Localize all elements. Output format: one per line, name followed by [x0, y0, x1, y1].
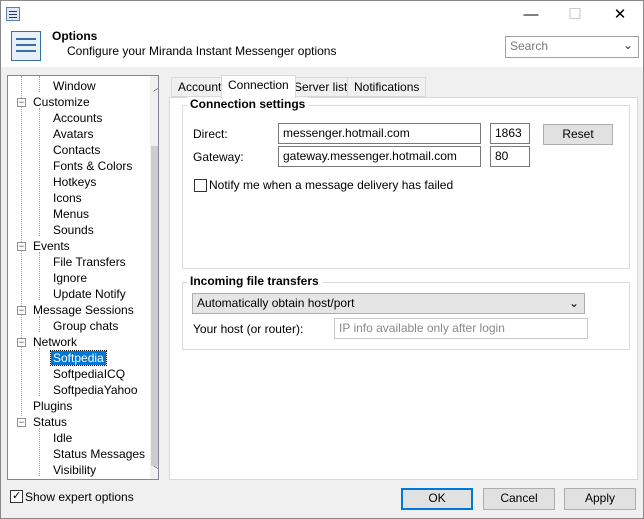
- connection-settings-title: Connection settings: [187, 97, 309, 111]
- tree-line: [39, 316, 40, 332]
- ok-button[interactable]: OK: [401, 488, 473, 510]
- gateway-label: Gateway:: [193, 150, 244, 164]
- tree-item-accounts[interactable]: Accounts: [53, 110, 102, 126]
- tree-item-plugins[interactable]: Plugins: [33, 398, 72, 414]
- direct-port-field[interactable]: 1863: [490, 123, 530, 144]
- collapse-icon[interactable]: −: [17, 306, 26, 315]
- page-title: Options: [52, 29, 98, 43]
- tree-item-icons[interactable]: Icons: [53, 190, 82, 206]
- tree-line: [39, 252, 40, 300]
- tree-line: [39, 108, 40, 236]
- gateway-port-field[interactable]: 80: [490, 146, 530, 167]
- collapse-icon[interactable]: −: [17, 98, 26, 107]
- checkmark-icon: ✓: [12, 490, 22, 502]
- direct-label: Direct:: [193, 127, 228, 141]
- search-input[interactable]: Search ⌄: [505, 36, 639, 58]
- show-expert-label: Show expert options: [25, 490, 134, 504]
- gateway-host-field[interactable]: gateway.messenger.hotmail.com: [278, 146, 481, 167]
- title-bar: — ☐ ✕: [1, 1, 643, 29]
- tree-item-softpedia-yahoo[interactable]: SoftpediaYahoo: [53, 382, 138, 398]
- tree-item-softpedia-icq[interactable]: SoftpediaICQ: [53, 366, 125, 382]
- tree-line: [39, 76, 40, 92]
- direct-host-field[interactable]: messenger.hotmail.com: [278, 123, 481, 144]
- minimize-button[interactable]: —: [509, 1, 553, 29]
- options-window: — ☐ ✕ Options Configure your Miranda Ins…: [0, 0, 644, 519]
- page-subtitle: Configure your Miranda Instant Messenger…: [67, 44, 337, 58]
- host-mode-select[interactable]: Automatically obtain host/port ⌄: [192, 293, 585, 314]
- tree-item-status[interactable]: Status: [33, 414, 67, 430]
- your-host-field: IP info available only after login: [334, 318, 588, 339]
- tree-item-contacts[interactable]: Contacts: [53, 142, 100, 158]
- tree-item-sounds[interactable]: Sounds: [53, 222, 94, 238]
- host-mode-value: Automatically obtain host/port: [197, 296, 355, 310]
- close-button[interactable]: ✕: [598, 1, 642, 29]
- notify-failed-checkbox[interactable]: [194, 179, 207, 192]
- tab-account[interactable]: Account: [171, 77, 229, 97]
- tree-item-softpedia[interactable]: Softpedia: [50, 350, 107, 366]
- tab-connection[interactable]: Connection: [221, 75, 296, 98]
- tree-item-idle[interactable]: Idle: [53, 430, 72, 446]
- show-expert-checkbox[interactable]: ✓: [10, 490, 23, 503]
- collapse-icon[interactable]: −: [17, 338, 26, 347]
- search-placeholder: Search: [510, 39, 549, 53]
- tree-item-file-transfers[interactable]: File Transfers: [53, 254, 126, 270]
- tree-item-group-chats[interactable]: Group chats: [53, 318, 118, 334]
- your-host-label: Your host (or router):: [193, 322, 304, 336]
- options-icon: [11, 31, 41, 61]
- tree-item-avatars[interactable]: Avatars: [53, 126, 93, 142]
- app-icon[interactable]: [6, 7, 20, 21]
- tree-item-customize[interactable]: Customize: [33, 94, 90, 110]
- tree-scroll-thumb[interactable]: [151, 146, 158, 466]
- reset-button[interactable]: Reset: [543, 124, 613, 145]
- collapse-icon[interactable]: −: [17, 418, 26, 427]
- tree-line: [39, 348, 40, 396]
- tree-item-message-sessions[interactable]: Message Sessions: [33, 302, 134, 318]
- tree-item-events[interactable]: Events: [33, 238, 70, 254]
- cancel-button[interactable]: Cancel: [483, 488, 555, 510]
- tree-item-status-messages[interactable]: Status Messages: [53, 446, 145, 462]
- tree-item-fonts-colors[interactable]: Fonts & Colors: [53, 158, 132, 174]
- tree-item-window[interactable]: Window: [53, 78, 96, 94]
- tab-notifications[interactable]: Notifications: [347, 77, 427, 97]
- tab-server-list[interactable]: Server list: [287, 77, 355, 97]
- tree-item-network[interactable]: Network: [33, 334, 77, 350]
- tree-item-visibility[interactable]: Visibility: [53, 462, 96, 478]
- notify-failed-label: Notify me when a message delivery has fa…: [209, 178, 454, 192]
- tree-item-update-notify[interactable]: Update Notify: [53, 286, 126, 302]
- chevron-down-icon[interactable]: ⌄: [623, 38, 633, 52]
- apply-button[interactable]: Apply: [564, 488, 636, 510]
- tree-item-menus[interactable]: Menus: [53, 206, 89, 222]
- maximize-button: ☐: [568, 6, 582, 23]
- tree-item-hotkeys[interactable]: Hotkeys: [53, 174, 96, 190]
- chevron-down-icon: ⌄: [568, 296, 579, 310]
- tree-item-ignore[interactable]: Ignore: [53, 270, 87, 286]
- tree-line: [39, 428, 40, 476]
- options-tree[interactable]: Window − Customize Accounts Avatars Cont…: [7, 75, 159, 480]
- incoming-transfers-title: Incoming file transfers: [187, 274, 322, 288]
- collapse-icon[interactable]: −: [17, 242, 26, 251]
- chevron-up-icon[interactable]: ︿: [153, 79, 158, 94]
